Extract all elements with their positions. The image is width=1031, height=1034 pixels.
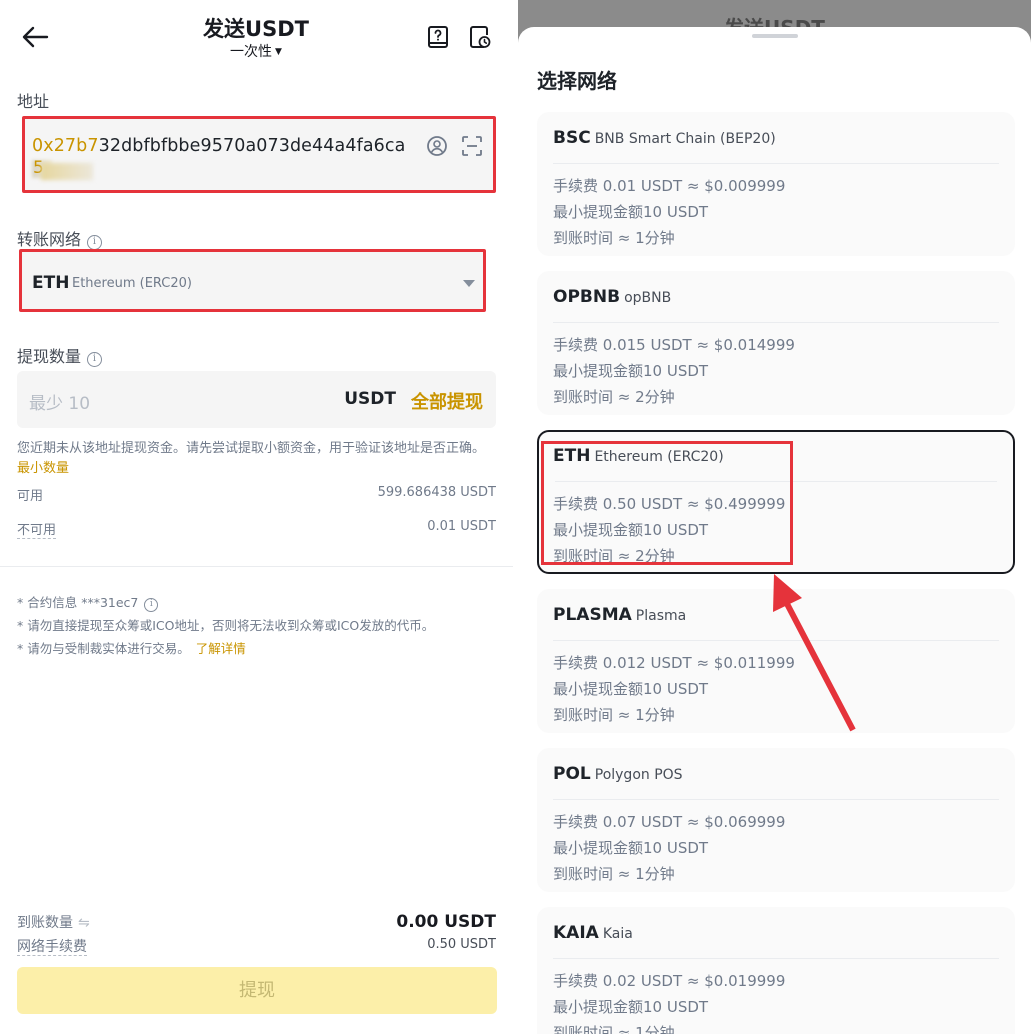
contract-info-note: * 合约信息 ***31ec7 i <box>17 591 497 614</box>
swap-icon[interactable]: ⇋ <box>78 915 90 931</box>
network-name: Kaia <box>602 926 633 942</box>
withdraw-type-label: 一次性 <box>230 44 273 60</box>
card-divider <box>553 958 999 959</box>
eth-highlight-box <box>541 441 793 565</box>
amount-label-row: 提现数量 i <box>17 343 103 367</box>
network-symbol: PLASMA <box>553 605 632 625</box>
network-min: 最小提现金额10 USDT <box>553 362 709 380</box>
receive-amount-row: 到账数量 ⇋ 0.00 USDT <box>17 912 496 932</box>
contact-icon[interactable] <box>426 135 448 157</box>
sanction-note: * 请勿与受制裁实体进行交易。 了解详情 <box>17 637 497 660</box>
network-time: 到账时间 ≈ 2分钟 <box>553 388 675 406</box>
network-picker-screen: 发送USDT 选择网络 BSCBNB Smart Chain (BEP20) 手… <box>518 0 1031 1034</box>
ico-note: * 请勿直接提现至众筹或ICO地址，否则将无法收到众筹或ICO发放的代币。 <box>17 618 435 633</box>
amount-label: 提现数量 <box>17 347 82 366</box>
history-clock-icon[interactable] <box>469 25 491 49</box>
contract-info-text: * 合约信息 ***31ec7 <box>17 595 139 610</box>
withdraw-type-selector[interactable]: 一次性 ▼ <box>180 41 332 61</box>
network-option-kaia[interactable]: KAIA Kaia 手续费 0.02 USDT ≈ $0.019999 最小提现金… <box>537 907 1015 1034</box>
fee-value: 0.50 USDT <box>427 937 496 952</box>
network-min: 最小提现金额10 USDT <box>553 998 709 1016</box>
scan-icon[interactable] <box>461 135 483 157</box>
available-label: 可用 <box>17 489 44 504</box>
unavailable-value: 0.01 USDT <box>427 519 496 534</box>
page-title: 发送USDT <box>203 17 309 41</box>
learn-more-link[interactable]: 了解详情 <box>196 641 246 656</box>
network-fee: 手续费 0.012 USDT ≈ $0.011999 <box>553 654 795 672</box>
address-label: 地址 <box>17 92 50 111</box>
warning-text: 您近期未从该地址提现资金。请先尝试提取小额资金，用于验证该地址是否正确。 <box>17 441 486 456</box>
address-rest: 32dbfbfbbe9570a073de44a4fa6ca <box>98 136 406 156</box>
available-balance-row: 可用 599.686438 USDT <box>17 485 496 504</box>
card-divider <box>553 322 999 323</box>
network-option-pol[interactable]: POL Polygon POS 手续费 0.07 USDT ≈ $0.069999… <box>537 748 1015 892</box>
amount-unit: USDT <box>344 389 396 409</box>
network-option-opbnb[interactable]: OPBNB opBNB 手续费 0.015 USDT ≈ $0.014999 最小… <box>537 271 1015 415</box>
network-symbol: KAIA <box>553 923 599 943</box>
card-divider <box>553 640 999 641</box>
network-label: 转账网络 <box>17 230 82 249</box>
book-question-icon[interactable] <box>427 25 449 49</box>
info-icon[interactable]: i <box>87 352 103 367</box>
network-min: 最小提现金额10 USDT <box>553 680 709 698</box>
verify-address-warning: 您近期未从该地址提现资金。请先尝试提取小额资金，用于验证该地址是否正确。最小数量 <box>17 439 487 479</box>
network-option-bsc[interactable]: BSC BNB Smart Chain (BEP20) 手续费 0.01 USDT… <box>537 112 1015 256</box>
network-symbol: ETH <box>32 273 70 293</box>
network-bottom-sheet: 选择网络 BSC BNB Smart Chain (BEP20) 手续费 0.01… <box>518 27 1031 1034</box>
receive-label: 到账数量 <box>17 915 73 931</box>
send-usdt-screen: 发送USDT 一次性 ▼ 地址 0x27b732dbfbfbbe9570a073d… <box>0 0 513 1034</box>
card-divider <box>553 163 999 164</box>
network-fee: 手续费 0.015 USDT ≈ $0.014999 <box>553 336 795 354</box>
info-icon[interactable]: i <box>144 598 159 612</box>
network-name: Polygon POS <box>594 767 683 783</box>
arrow-left-icon[interactable] <box>20 24 50 50</box>
amount-input[interactable]: 最少 10 USDT 全部提现 <box>17 371 496 428</box>
caret-down-icon <box>463 280 475 287</box>
address-input[interactable]: 0x27b732dbfbfbbe9570a073de44a4fa6ca 5 <box>22 116 496 193</box>
network-label-row: 转账网络 i <box>17 226 103 250</box>
unavailable-balance-row: 不可用 0.01 USDT <box>17 519 496 539</box>
network-time: 到账时间 ≈ 1分钟 <box>553 706 675 724</box>
network-fee: 手续费 0.02 USDT ≈ $0.019999 <box>553 972 786 990</box>
network-option-plasma[interactable]: PLASMA Plasma 手续费 0.012 USDT ≈ $0.011999 … <box>537 589 1015 733</box>
network-symbol: POL <box>553 764 591 784</box>
card-divider <box>553 799 999 800</box>
network-name: BNB Smart Chain (BEP20) <box>594 131 776 147</box>
withdraw-all-button[interactable]: 全部提现 <box>411 388 483 414</box>
network-fee-row: 网络手续费 0.50 USDT <box>17 936 496 956</box>
withdraw-submit-button[interactable]: 提现 <box>17 967 497 1014</box>
section-divider <box>0 566 513 567</box>
network-name: Ethereum (ERC20) <box>72 276 193 291</box>
blurred-address-segment-2 <box>41 163 93 180</box>
network-fee: 手续费 0.07 USDT ≈ $0.069999 <box>553 813 786 831</box>
network-name: opBNB <box>624 290 672 306</box>
network-fee: 手续费 0.01 USDT ≈ $0.009999 <box>553 177 786 195</box>
sanction-text: * 请勿与受制裁实体进行交易。 <box>17 641 190 656</box>
network-time: 到账时间 ≈ 1分钟 <box>553 865 675 883</box>
network-min: 最小提现金额10 USDT <box>553 203 709 221</box>
network-symbol: BSC <box>553 128 591 148</box>
address-highlight: 0x27b7 <box>32 136 99 156</box>
network-time: 到账时间 ≈ 1分钟 <box>553 1024 675 1034</box>
unavailable-label[interactable]: 不可用 <box>17 523 57 539</box>
network-name: Plasma <box>635 608 687 624</box>
notes-section: * 合约信息 ***31ec7 i * 请勿直接提现至众筹或ICO地址，否则将无法… <box>17 591 497 660</box>
sheet-drag-handle[interactable] <box>752 34 798 38</box>
sheet-title: 选择网络 <box>537 69 617 93</box>
network-symbol: OPBNB <box>553 287 621 307</box>
receive-value: 0.00 USDT <box>396 912 496 932</box>
network-min: 最小提现金额10 USDT <box>553 839 709 857</box>
caret-down-icon: ▼ <box>275 47 282 57</box>
fee-label[interactable]: 网络手续费 <box>17 939 87 956</box>
amount-placeholder: 最少 10 <box>29 394 91 414</box>
available-value: 599.686438 USDT <box>377 485 496 500</box>
min-amount-link[interactable]: 最小数量 <box>17 461 69 476</box>
network-time: 到账时间 ≈ 1分钟 <box>553 229 675 247</box>
info-icon[interactable]: i <box>87 235 103 250</box>
network-selector[interactable]: ETH Ethereum (ERC20) <box>19 249 486 312</box>
